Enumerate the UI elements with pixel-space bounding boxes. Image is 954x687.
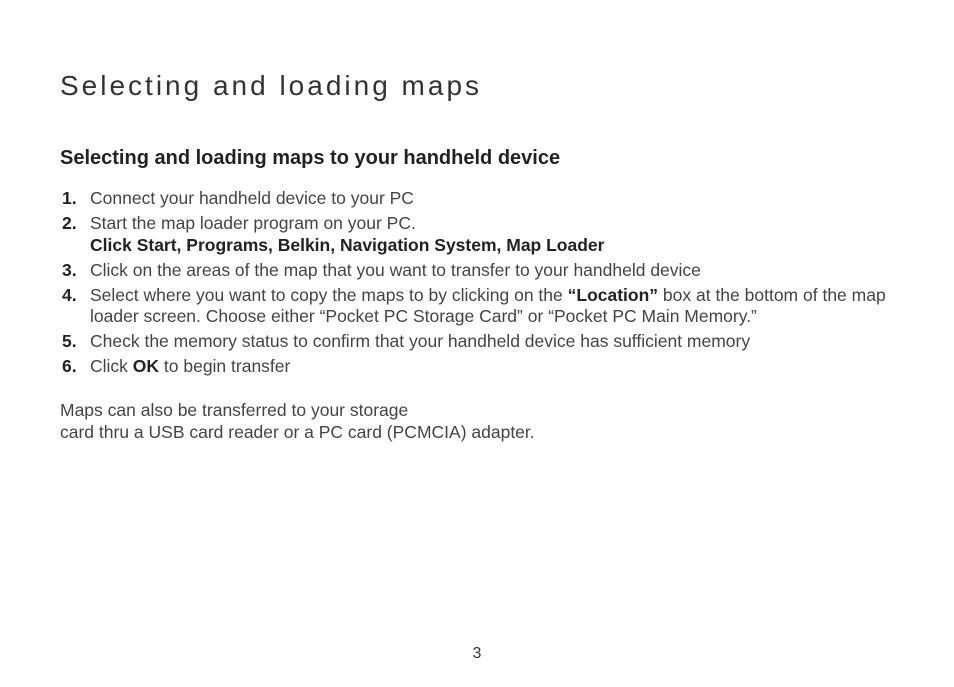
step-item: Check the memory status to confirm that …: [90, 331, 894, 353]
note-line: card thru a USB card reader or a PC card…: [60, 422, 535, 442]
step-item: Connect your handheld device to your PC: [90, 188, 894, 210]
step-text: Click on the areas of the map that you w…: [90, 260, 701, 280]
step-text: Select where you want to copy the maps t…: [90, 285, 568, 305]
section-heading: Selecting and loading maps to your handh…: [60, 147, 894, 170]
step-item: Click OK to begin transfer: [90, 356, 894, 378]
step-text-bold: OK: [133, 356, 159, 376]
document-page: Selecting and loading maps Selecting and…: [0, 0, 954, 687]
step-text: Start the map loader program on your PC.: [90, 213, 416, 233]
page-title: Selecting and loading maps: [60, 70, 894, 102]
step-item: Click on the areas of the map that you w…: [90, 260, 894, 282]
step-text: Check the memory status to confirm that …: [90, 331, 750, 351]
step-item: Select where you want to copy the maps t…: [90, 285, 894, 329]
step-item: Start the map loader program on your PC.…: [90, 213, 894, 257]
step-text: to begin transfer: [159, 356, 290, 376]
footer-note: Maps can also be transferred to your sto…: [60, 400, 894, 444]
step-subtext-bold: Click Start, Programs, Belkin, Navigatio…: [90, 235, 894, 257]
step-text-bold: “Location”: [568, 285, 658, 305]
step-text: Click: [90, 356, 133, 376]
page-number: 3: [0, 645, 954, 663]
note-line: Maps can also be transferred to your sto…: [60, 400, 408, 420]
step-text: Connect your handheld device to your PC: [90, 188, 414, 208]
steps-list: Connect your handheld device to your PC …: [60, 188, 894, 378]
